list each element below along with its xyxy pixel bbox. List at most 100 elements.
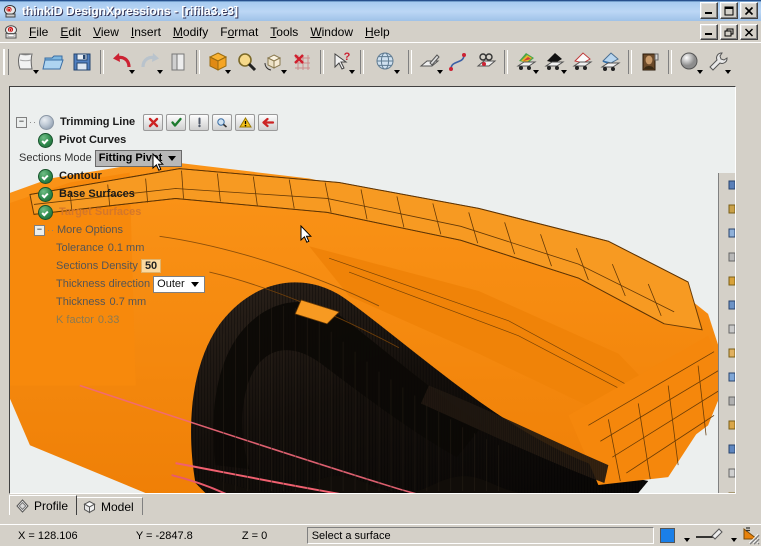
measure-icon[interactable] — [472, 48, 500, 76]
copy-icon[interactable] — [164, 48, 192, 76]
edge-tool-4-icon[interactable] — [719, 245, 735, 269]
edge-tool-13-icon[interactable] — [719, 461, 735, 485]
sphere-shade-icon[interactable] — [676, 48, 704, 76]
sections-mode-dropdown[interactable]: Fitting Pivot — [95, 150, 183, 167]
sections-density-value[interactable]: 50 — [141, 259, 161, 273]
mdi-minimize-button[interactable] — [700, 24, 718, 40]
expander-collapse-icon[interactable]: − — [16, 117, 27, 128]
save-file-icon[interactable] — [68, 48, 96, 76]
line-style-icon[interactable] — [695, 526, 725, 545]
edge-tool-9-icon[interactable] — [719, 365, 735, 389]
tree-row-sections-density[interactable]: Sections Density 50 — [16, 257, 306, 275]
tree-row-k-factor[interactable]: K factor 0.33 — [16, 311, 306, 329]
warning-icon[interactable] — [235, 114, 255, 131]
image-texture-icon[interactable] — [636, 48, 664, 76]
chevron-down-icon — [437, 70, 443, 74]
edge-tool-14-icon[interactable] — [719, 485, 735, 494]
chevron-down-icon — [394, 70, 400, 74]
thickness-label: Thickness — [56, 296, 106, 308]
new-file-icon[interactable] — [12, 48, 40, 76]
undo-icon[interactable] — [108, 48, 136, 76]
tree-row-thickness[interactable]: Thickness 0.7 mm — [16, 293, 306, 311]
apply-icon[interactable] — [166, 114, 186, 131]
select-help-icon[interactable]: ? — [328, 48, 356, 76]
mdi-restore-button[interactable] — [720, 24, 738, 40]
status-color-swatch[interactable] — [660, 528, 675, 543]
tree-row-root[interactable]: − ·· Trimming Line — [16, 113, 306, 131]
tree-row-pivot-curves[interactable]: Pivot Curves — [16, 131, 306, 149]
thickness-value[interactable]: 0.7 mm — [110, 296, 147, 308]
edge-tool-10-icon[interactable] — [719, 389, 735, 413]
status-coord-y: Y = -2847.8 — [132, 528, 238, 544]
info-icon[interactable] — [189, 114, 209, 131]
menu-file[interactable]: File — [23, 23, 54, 41]
edge-tool-1-icon[interactable] — [719, 173, 735, 197]
tree-row-sections-mode[interactable]: Sections Mode Fitting Pivot — [16, 149, 306, 167]
grid-delete-icon[interactable] — [288, 48, 316, 76]
maximize-button[interactable] — [720, 2, 738, 19]
render-black-icon[interactable] — [540, 48, 568, 76]
surface-draw-icon[interactable] — [416, 48, 444, 76]
box-view-icon[interactable] — [204, 48, 232, 76]
edge-tool-11-icon[interactable] — [719, 413, 735, 437]
k-factor-value[interactable]: 0.33 — [98, 314, 119, 326]
right-edge-toolbar[interactable] — [718, 173, 735, 494]
render-color-icon[interactable] — [512, 48, 540, 76]
status-coord-z: Z = 0 — [238, 528, 305, 544]
mdi-close-button[interactable] — [740, 24, 758, 40]
preview-icon[interactable] — [212, 114, 232, 131]
chevron-down-icon — [168, 156, 176, 161]
document-icon[interactable]: D — [3, 23, 23, 41]
tree-row-more-options[interactable]: − ·· More Options — [16, 221, 306, 239]
tree-row-base-surfaces[interactable]: Base Surfaces — [16, 185, 306, 203]
svg-text:?: ? — [344, 51, 351, 63]
edge-tool-7-icon[interactable] — [719, 317, 735, 341]
open-file-icon[interactable] — [40, 48, 68, 76]
thickness-direction-dropdown[interactable]: Outer — [153, 276, 205, 293]
menu-window[interactable]: Window — [304, 23, 359, 41]
resize-grip[interactable] — [745, 530, 760, 545]
toolbar-grip[interactable] — [3, 49, 9, 75]
cancel-icon[interactable] — [143, 114, 163, 131]
zoom-window-icon[interactable] — [232, 48, 260, 76]
render-blue-icon[interactable] — [596, 48, 624, 76]
tolerance-value[interactable]: 0.1 mm — [108, 242, 145, 254]
tree-row-contour[interactable]: Contour — [16, 167, 306, 185]
back-icon[interactable] — [258, 114, 278, 131]
render-white-icon[interactable] — [568, 48, 596, 76]
menu-edit[interactable]: Edit — [54, 23, 87, 41]
tree-item-label-contour: Contour — [59, 170, 102, 182]
tab-model-label: Model — [101, 500, 134, 514]
tree-row-tolerance[interactable]: Tolerance 0.1 mm — [16, 239, 306, 257]
expander-collapse-icon[interactable]: − — [34, 225, 45, 236]
color-dropdown-arrow[interactable] — [677, 528, 693, 544]
menu-tools[interactable]: Tools — [264, 23, 304, 41]
tab-model[interactable]: Model — [76, 497, 143, 515]
menu-insert[interactable]: Insert — [125, 23, 167, 41]
edge-tool-8-icon[interactable] — [719, 341, 735, 365]
menu-format[interactable]: Format — [214, 23, 264, 41]
rotate-view-icon[interactable] — [260, 48, 288, 76]
chevron-down-icon — [129, 70, 135, 74]
menu-view[interactable]: View — [87, 23, 125, 41]
tree-dots: ·· — [29, 117, 39, 127]
edge-tool-2-icon[interactable] — [719, 197, 735, 221]
edge-tool-5-icon[interactable] — [719, 269, 735, 293]
chevron-down-icon — [33, 70, 39, 74]
tree-row-target-surfaces[interactable]: Target Surfaces — [16, 203, 306, 221]
menu-modify[interactable]: Modify — [167, 23, 214, 41]
curve-icon[interactable] — [444, 48, 472, 76]
edge-tool-6-icon[interactable] — [719, 293, 735, 317]
close-button[interactable] — [740, 2, 758, 19]
edge-tool-12-icon[interactable] — [719, 437, 735, 461]
linestyle-dropdown-arrow[interactable] — [727, 528, 739, 544]
minimize-button[interactable] — [700, 2, 718, 19]
globe-icon[interactable] — [368, 48, 404, 76]
tree-row-thickness-direction[interactable]: Thickness direction Outer — [16, 275, 306, 293]
wrench-icon[interactable] — [704, 48, 732, 76]
tab-profile[interactable]: Profile — [9, 495, 77, 515]
redo-icon[interactable] — [136, 48, 164, 76]
menu-help[interactable]: Help — [359, 23, 396, 41]
edge-tool-3-icon[interactable] — [719, 221, 735, 245]
menu-bar: D File Edit View Insert Modify Format To… — [0, 21, 761, 42]
